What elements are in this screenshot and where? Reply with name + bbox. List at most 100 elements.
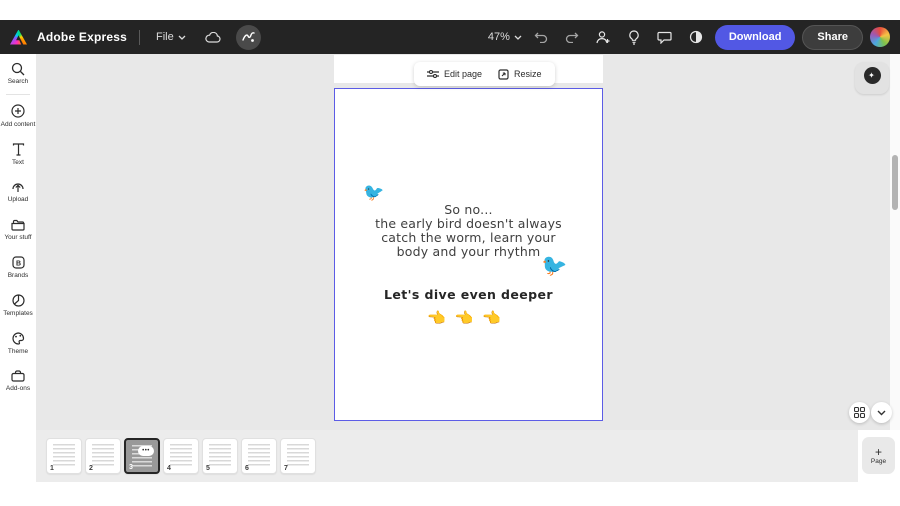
brands-icon: B	[11, 255, 26, 270]
page-number: 3	[129, 464, 133, 471]
add-page-label: Page	[870, 457, 887, 465]
page-thumbnail-5[interactable]: 5	[202, 438, 238, 474]
share-button[interactable]: Share	[802, 24, 863, 50]
page-thumbnail-1[interactable]: 1	[46, 438, 82, 474]
sidebar-item-templates[interactable]: Templates	[0, 286, 36, 324]
share-label: Share	[817, 31, 848, 43]
cloud-icon	[205, 31, 221, 43]
page-number: 1	[50, 465, 54, 472]
resize-icon	[498, 68, 509, 80]
add-content-icon	[11, 104, 26, 119]
bird-emoji[interactable]: 🐦	[539, 253, 569, 280]
pointing-finger-emoji: 👈	[426, 310, 455, 327]
file-menu-label: File	[155, 31, 174, 43]
search-icon	[11, 61, 26, 76]
page-thumbnail-4[interactable]: 4	[163, 438, 199, 474]
page-number: 7	[284, 465, 288, 472]
add-page-button[interactable]: + Page	[862, 437, 895, 474]
user-avatar[interactable]	[870, 27, 890, 47]
page-context-toolbar: Edit page Resize	[414, 62, 555, 86]
thumbnail-preview	[209, 444, 231, 468]
thumbnail-preview	[248, 444, 270, 468]
text-line: So no...	[444, 202, 493, 217]
grid-view-button[interactable]	[849, 402, 870, 423]
undo-button[interactable]	[529, 25, 553, 49]
sidebar-item-label: Theme	[7, 347, 29, 355]
invite-people-button[interactable]	[591, 25, 615, 49]
edit-page-button[interactable]: Edit page	[420, 65, 489, 83]
sidebar-item-theme[interactable]: Theme	[0, 324, 36, 362]
sidebar-item-your-stuff[interactable]: Your stuff	[0, 210, 36, 248]
cloud-sync-button[interactable]	[200, 24, 226, 50]
thumbnail-options-button[interactable]: •••	[138, 446, 154, 456]
sidebar-item-label: Text	[12, 158, 24, 166]
redo-button[interactable]	[560, 25, 584, 49]
chevron-down-icon	[514, 35, 522, 40]
sliders-icon	[427, 69, 439, 79]
comments-button[interactable]	[653, 25, 677, 49]
grid-icon	[854, 407, 865, 418]
chevron-down-icon	[178, 35, 186, 40]
add-ons-icon	[11, 368, 26, 383]
divider	[6, 93, 30, 95]
download-label: Download	[728, 31, 782, 43]
thumbnail-preview	[287, 444, 309, 468]
collapse-pages-button[interactable]	[871, 402, 892, 423]
sidebar-item-label: Search	[7, 78, 29, 85]
undo-icon	[534, 32, 547, 43]
assistant-panel-button[interactable]: ✦	[855, 62, 889, 94]
page-thumbnail-6[interactable]: 6	[241, 438, 277, 474]
top-app-bar: Adobe Express File 47% Download Share	[0, 20, 900, 54]
resize-button[interactable]: Resize	[491, 65, 549, 84]
sidebar-item-add-ons[interactable]: Add-ons	[0, 361, 36, 399]
upload-icon	[11, 179, 26, 194]
tips-button[interactable]	[622, 25, 646, 49]
main-text-block[interactable]: So no... the early bird doesn't always c…	[335, 203, 602, 259]
firefly-button[interactable]	[235, 24, 261, 50]
sidebar-item-brands[interactable]: B Brands	[0, 248, 36, 286]
thumbnail-preview	[53, 444, 75, 468]
pointer-emoji-row[interactable]: 👈👈👈	[335, 309, 602, 327]
vertical-scrollbar-track[interactable]	[890, 54, 900, 430]
vertical-scrollbar-thumb[interactable]	[892, 155, 898, 210]
pointing-finger-emoji: 👈	[454, 310, 483, 327]
divider	[138, 29, 140, 45]
file-menu[interactable]: File	[152, 27, 190, 47]
sidebar-item-label: Your stuff	[4, 234, 32, 242]
page-thumbnail-2[interactable]: 2	[85, 438, 121, 474]
text-line: the early bird doesn't always	[375, 216, 562, 231]
schedule-button[interactable]	[684, 25, 708, 49]
adobe-express-logo-icon[interactable]	[10, 29, 27, 45]
zoom-control[interactable]: 47%	[488, 31, 522, 43]
plus-icon: +	[874, 444, 882, 459]
theme-icon	[11, 331, 26, 346]
bird-emoji[interactable]: 🐦	[363, 183, 384, 203]
sidebar-item-text[interactable]: Text	[0, 135, 36, 173]
resize-label: Resize	[514, 69, 542, 79]
pointing-finger-emoji: 👈	[482, 310, 511, 327]
comment-icon	[657, 31, 672, 44]
chevron-down-icon	[877, 410, 886, 415]
sidebar-item-add-content[interactable]: Add content	[0, 97, 36, 135]
page-thumbnail-3-selected[interactable]: ••• 3	[124, 438, 160, 474]
sidebar-item-search[interactable]: Search	[0, 54, 36, 92]
download-button[interactable]: Download	[714, 24, 796, 50]
page-number: 6	[245, 465, 249, 472]
svg-text:B: B	[15, 260, 20, 267]
edit-page-label: Edit page	[444, 69, 483, 79]
app-title: Adobe Express	[37, 30, 127, 44]
page-thumbnail-7[interactable]: 7	[280, 438, 316, 474]
sidebar-item-upload[interactable]: Upload	[0, 172, 36, 210]
left-sidebar: Search Add content Text Upload Your stuf…	[0, 54, 36, 482]
lightbulb-icon	[629, 29, 639, 45]
zoom-level: 47%	[487, 31, 510, 43]
text-icon	[11, 142, 26, 157]
sidebar-item-label: Add-ons	[5, 385, 31, 393]
sidebar-item-label: Add content	[0, 120, 36, 128]
person-add-icon	[596, 31, 610, 44]
firefly-icon	[242, 31, 255, 42]
page-number: 5	[206, 465, 210, 472]
page-3-artboard[interactable]: 🐦 So no... the early bird doesn't always…	[334, 88, 603, 421]
subtitle-text[interactable]: Let's dive even deeper	[335, 287, 602, 302]
templates-icon	[11, 293, 26, 308]
